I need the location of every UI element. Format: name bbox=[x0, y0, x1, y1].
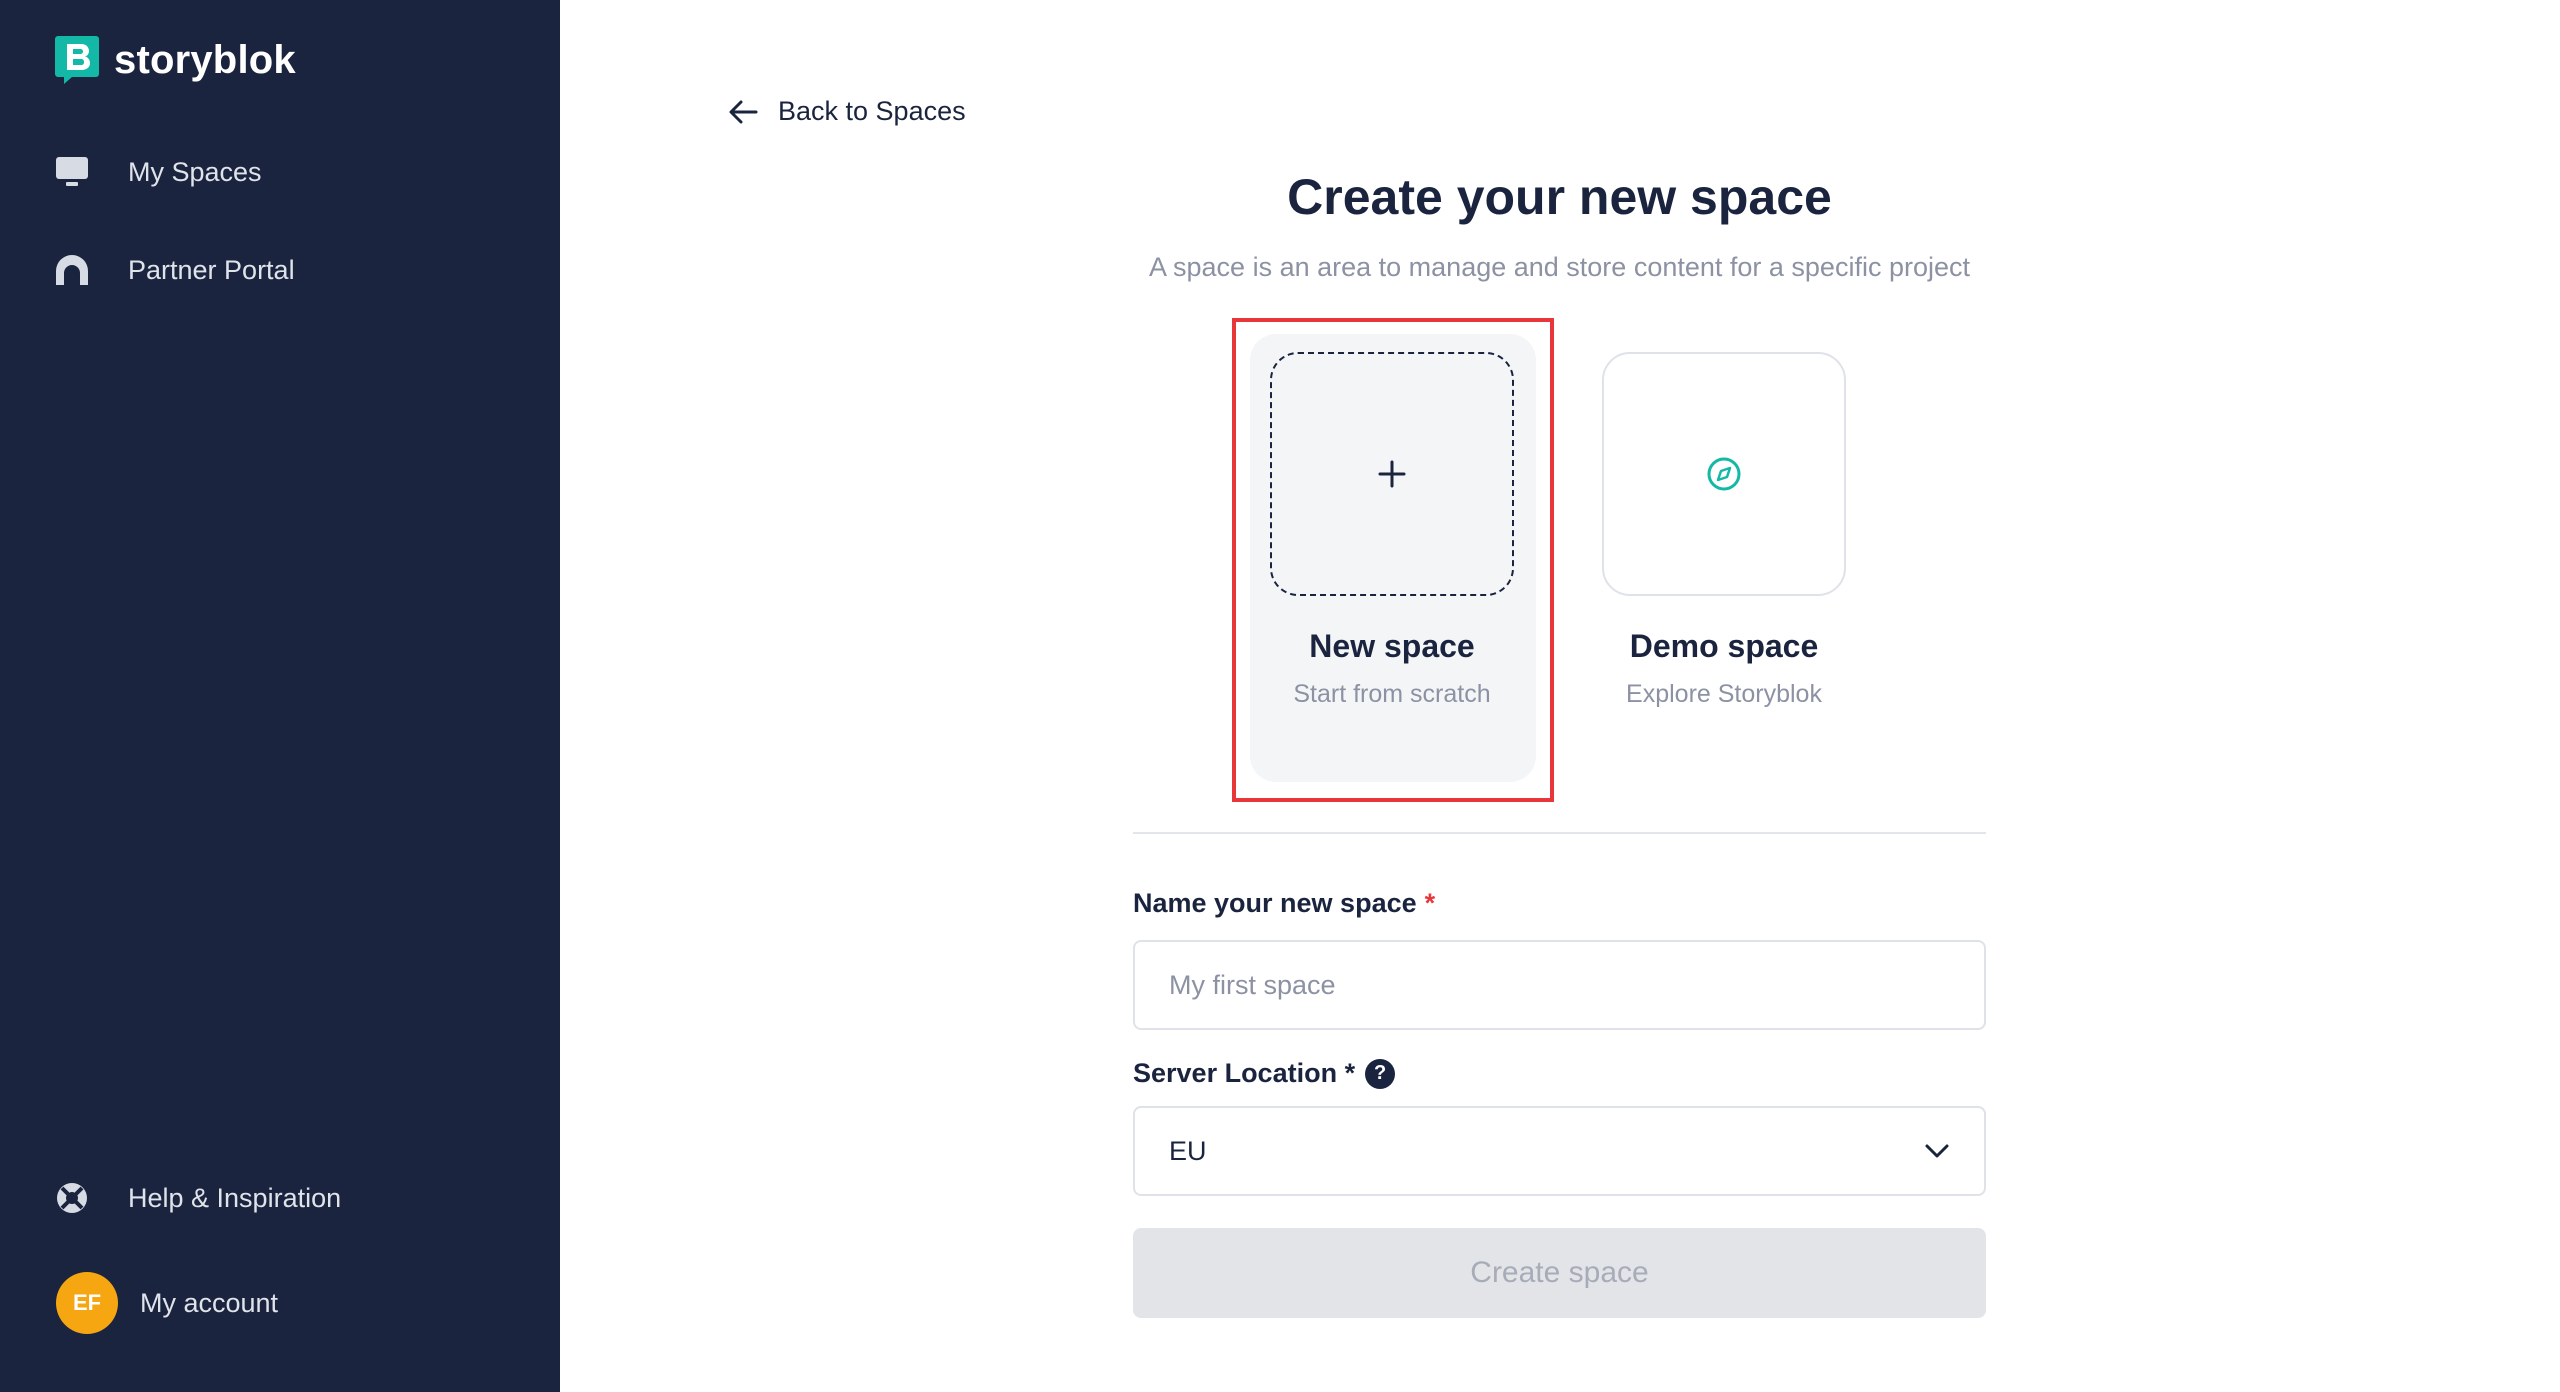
lifebuoy-icon bbox=[54, 1178, 108, 1218]
brand-name: storyblok bbox=[114, 37, 296, 82]
space-name-label-text: Name your new space bbox=[1133, 888, 1417, 918]
sidebar-item-label: Partner Portal bbox=[128, 254, 295, 285]
storyblok-logo-icon bbox=[55, 36, 99, 84]
space-name-input[interactable] bbox=[1133, 940, 1986, 1030]
server-location-select[interactable]: EU bbox=[1133, 1106, 1986, 1196]
back-to-spaces-link[interactable]: Back to Spaces bbox=[728, 96, 966, 127]
space-name-label: Name your new space * bbox=[1133, 888, 1435, 919]
new-space-title: New space bbox=[1309, 628, 1475, 664]
server-location-label: Server Location * ? bbox=[1133, 1058, 1396, 1089]
sidebar-item-help[interactable]: Help & Inspiration bbox=[54, 1178, 341, 1218]
required-marker: * bbox=[1424, 888, 1436, 918]
demo-space-subtitle: Explore Storyblok bbox=[1626, 680, 1822, 708]
sidebar-item-label: My account bbox=[140, 1287, 279, 1318]
chevron-down-icon bbox=[1925, 1144, 1949, 1158]
sidebar: storyblok My Spaces Partner Portal Help … bbox=[0, 0, 560, 1392]
page-title: Create your new space bbox=[1287, 169, 1832, 225]
monitor-icon bbox=[54, 152, 108, 192]
help-icon[interactable]: ? bbox=[1365, 1058, 1396, 1089]
demo-space-title: Demo space bbox=[1629, 628, 1819, 664]
new-space-subtitle: Start from scratch bbox=[1293, 680, 1491, 708]
sidebar-item-my-spaces[interactable]: My Spaces bbox=[54, 152, 262, 192]
portal-arch-icon bbox=[54, 250, 108, 290]
server-location-label-text: Server Location * bbox=[1133, 1058, 1356, 1088]
avatar: EF bbox=[56, 1272, 118, 1334]
create-space-button[interactable]: Create space bbox=[1133, 1228, 1986, 1318]
plus-icon bbox=[1378, 460, 1406, 488]
sidebar-item-account[interactable]: EF My account bbox=[56, 1272, 278, 1334]
sidebar-item-label: Help & Inspiration bbox=[128, 1182, 342, 1213]
server-location-value: EU bbox=[1169, 1135, 1207, 1166]
divider bbox=[1133, 832, 1986, 834]
compass-icon bbox=[1707, 457, 1741, 491]
page-subtitle: A space is an area to manage and store c… bbox=[1149, 252, 1970, 282]
sidebar-item-label: My Spaces bbox=[128, 156, 262, 187]
main-content: Back to Spaces Create your new space A s… bbox=[560, 0, 2560, 1392]
new-space-tile[interactable] bbox=[1270, 352, 1514, 596]
app-root: storyblok My Spaces Partner Portal Help … bbox=[0, 0, 2560, 1392]
demo-space-tile[interactable] bbox=[1602, 352, 1846, 596]
sidebar-item-partner-portal[interactable]: Partner Portal bbox=[54, 250, 295, 290]
back-link-label: Back to Spaces bbox=[778, 96, 966, 126]
arrow-left-icon bbox=[729, 100, 758, 123]
storyblok-logo[interactable]: storyblok bbox=[54, 34, 296, 86]
